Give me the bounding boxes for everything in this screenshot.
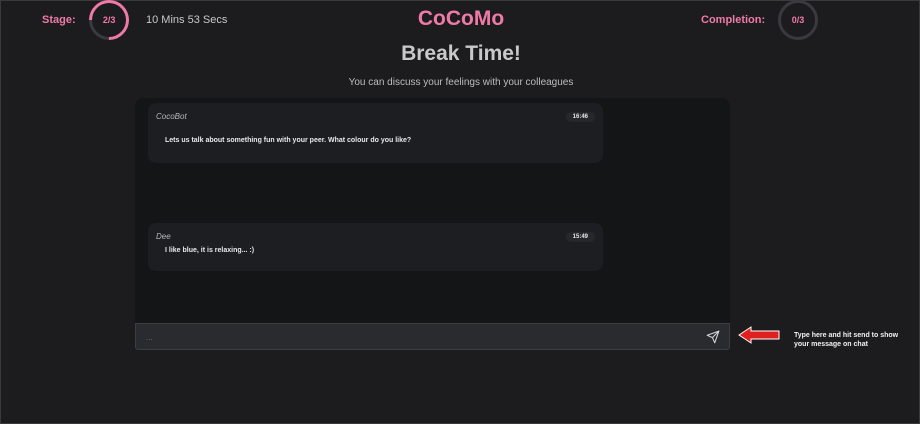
message-sender: CocoBot (156, 112, 187, 121)
completion-progress-ring: 0/3 (778, 0, 818, 40)
send-button[interactable] (705, 329, 721, 345)
send-icon (706, 330, 720, 344)
chat-input-bar (135, 323, 730, 350)
annotation-arrow-icon (738, 326, 780, 344)
app-frame: Stage: 2/3 10 Mins 53 Secs CoCoMo Comple… (0, 0, 920, 424)
chat-input[interactable] (146, 329, 686, 345)
message-text: I like blue, it is relaxing... :) (165, 247, 255, 254)
message-text: Lets us talk about something fun with yo… (165, 137, 412, 144)
message-time: 15:49 (565, 232, 595, 242)
page-subtitle: You can discuss your feelings with your … (348, 77, 574, 88)
chat-message: CocoBot 16:46 Lets us talk about somethi… (148, 103, 603, 163)
completion-value: 0/3 (791, 15, 805, 25)
page-title: Break Time! (401, 42, 521, 65)
annotation-hint: Type here and hit send to show your mess… (794, 332, 899, 348)
chat-panel: CocoBot 16:46 Lets us talk about somethi… (135, 98, 730, 323)
message-sender: Dee (156, 232, 171, 241)
message-time: 16:46 (565, 112, 595, 122)
chat-message: Dee 15:49 I like blue, it is relaxing...… (148, 223, 603, 271)
completion-label: Completion: (701, 14, 766, 26)
